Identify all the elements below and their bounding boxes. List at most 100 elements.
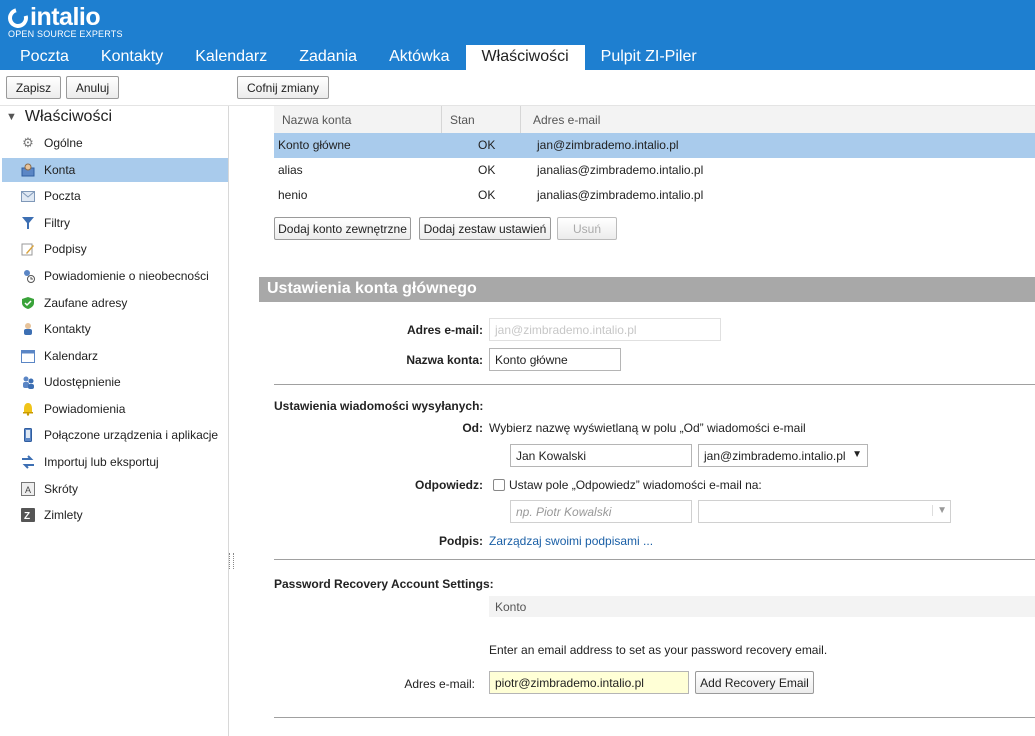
recovery-settings-heading: Password Recovery Account Settings: — [274, 577, 494, 591]
save-button[interactable]: Zapisz — [6, 76, 61, 99]
sidebar-item-label: Powiadomienia — [44, 402, 126, 416]
signature-label: Podpis: — [439, 534, 483, 548]
sidebar-item-label: Połączone urządzenia i aplikacje — [44, 428, 219, 442]
gear-icon: ⚙ — [22, 135, 34, 150]
table-row[interactable]: henio OK janalias@zimbrademo.intalio.pl — [274, 183, 1035, 208]
recovery-email-field[interactable]: piotr@zimbrademo.intalio.pl — [489, 671, 689, 694]
sidebar-root[interactable]: ▼ Właściwości — [6, 108, 112, 126]
sidebar-item-calendar[interactable]: Kalendarz — [2, 344, 228, 368]
accounts-icon — [20, 162, 36, 178]
sidebar-item-trusted-addresses[interactable]: Zaufane adresy — [2, 291, 228, 315]
account-name-field[interactable]: Konto główne — [489, 348, 621, 371]
revert-changes-button[interactable]: Cofnij zmiany — [237, 76, 329, 99]
divider — [274, 384, 1035, 385]
sidebar-item-label: Kalendarz — [44, 349, 99, 363]
sidebar-item-signatures[interactable]: Podpisy — [2, 237, 228, 261]
tab-tasks[interactable]: Zadania — [283, 45, 373, 70]
table-row[interactable]: Konto główne OK jan@zimbrademo.intalio.p… — [274, 133, 1035, 158]
account-status: OK — [478, 138, 496, 152]
add-persona-button[interactable]: Dodaj zestaw ustawień — [419, 217, 551, 240]
collapse-triangle-icon[interactable]: ▼ — [6, 111, 17, 123]
sidebar: ▼ Właściwości ⚙ Ogólne Konta Poczta Filt… — [0, 106, 229, 736]
signature-icon — [20, 241, 36, 257]
account-status: OK — [478, 163, 496, 177]
contact-icon — [20, 321, 36, 337]
sidebar-item-shortcuts[interactable]: A Skróty — [2, 477, 228, 501]
app-header: intalio OPEN SOURCE EXPERTS Poczta Konta… — [0, 0, 1035, 70]
add-recovery-email-button[interactable]: Add Recovery Email — [695, 671, 814, 694]
tab-briefcase[interactable]: Aktówka — [373, 45, 465, 70]
main-nav: Poczta Kontakty Kalendarz Zadania Aktówk… — [4, 45, 713, 70]
column-header-email[interactable]: Adres e-mail — [521, 106, 1035, 133]
account-email: janalias@zimbrademo.intalio.pl — [537, 188, 704, 202]
sidebar-item-filters[interactable]: Filtry — [2, 211, 228, 235]
sidebar-item-contacts[interactable]: Kontakty — [2, 317, 228, 341]
recovery-hint: Enter an email address to set as your pa… — [489, 643, 828, 657]
sidebar-item-import-export[interactable]: Importuj lub eksportuj — [2, 450, 228, 474]
sidebar-item-out-of-office[interactable]: Powiadomienie o nieobecności — [2, 264, 228, 288]
out-of-office-icon — [20, 268, 36, 284]
recovery-email-label: Adres e-mail: — [404, 677, 475, 691]
manage-signatures-link[interactable]: Zarządzaj swoimi podpisami ... — [489, 534, 653, 548]
sharing-icon — [20, 374, 36, 390]
from-email-value: jan@zimbrademo.intalio.pl — [704, 449, 846, 463]
reply-to-label: Odpowiedz: — [415, 478, 483, 492]
sidebar-item-zimlets[interactable]: Z Zimlety — [2, 503, 228, 527]
column-header-account-name[interactable]: Nazwa konta — [274, 106, 442, 133]
svg-text:A: A — [25, 485, 31, 495]
brand-name: intalio — [30, 3, 101, 31]
brand-tagline: OPEN SOURCE EXPERTS — [8, 29, 123, 39]
account-email: janalias@zimbrademo.intalio.pl — [537, 163, 704, 177]
from-email-select[interactable]: jan@zimbrademo.intalio.pl ▼ — [698, 444, 868, 467]
cancel-button[interactable]: Anuluj — [66, 76, 119, 99]
sidebar-item-accounts[interactable]: Konta — [2, 158, 228, 182]
svg-text:Z: Z — [24, 511, 30, 522]
sidebar-item-mail[interactable]: Poczta — [2, 184, 228, 208]
reply-to-checkbox[interactable] — [493, 479, 505, 491]
account-name: henio — [278, 188, 308, 202]
sending-settings-heading: Ustawienia wiadomości wysyłanych: — [274, 399, 484, 413]
from-name-field[interactable]: Jan Kowalski — [510, 444, 692, 467]
account-name: alias — [278, 163, 303, 177]
sidebar-item-label: Poczta — [44, 189, 81, 203]
section-title-primary-account: Ustawienia konta głównego — [259, 277, 1035, 302]
tab-mail[interactable]: Poczta — [4, 45, 85, 70]
reply-to-description: Ustaw pole „Odpowiedz” wiadomości e-mail… — [509, 478, 762, 492]
sidebar-item-sharing[interactable]: Udostępnienie — [2, 370, 228, 394]
logo-ring-icon — [4, 3, 32, 32]
sidebar-item-label: Podpisy — [44, 242, 87, 256]
sidebar-item-devices[interactable]: Połączone urządzenia i aplikacje — [2, 423, 228, 447]
column-header-status[interactable]: Stan — [442, 106, 521, 133]
tab-zi-piler[interactable]: Pulpit ZI-Piler — [585, 45, 713, 70]
account-email: jan@zimbrademo.intalio.pl — [537, 138, 679, 152]
shield-icon — [20, 295, 36, 311]
sidebar-item-general[interactable]: ⚙ Ogólne — [2, 131, 228, 155]
account-name: Konto główne — [278, 138, 351, 152]
zimlet-icon: Z — [20, 507, 36, 523]
table-row[interactable]: alias OK janalias@zimbrademo.intalio.pl — [274, 158, 1035, 183]
tab-contacts[interactable]: Kontakty — [85, 45, 179, 70]
dropdown-arrow-icon: ▼ — [932, 505, 947, 516]
envelope-icon — [20, 188, 36, 204]
sidebar-item-label: Kontakty — [44, 322, 91, 336]
import-export-icon — [20, 454, 36, 470]
email-label: Adres e-mail: — [406, 323, 483, 337]
sidebar-item-label: Importuj lub eksportuj — [44, 455, 159, 469]
divider — [274, 559, 1035, 560]
sidebar-root-label: Właściwości — [24, 108, 113, 125]
sidebar-item-label: Zaufane adresy — [44, 296, 128, 310]
primary-email-field[interactable]: jan@zimbrademo.intalio.pl — [489, 318, 721, 341]
sidebar-item-label: Filtry — [44, 216, 70, 230]
sidebar-item-label: Skróty — [44, 482, 79, 496]
tab-preferences[interactable]: Właściwości — [465, 45, 585, 70]
reply-to-name-field[interactable]: np. Piotr Kowalski — [510, 500, 692, 523]
sidebar-item-label: Powiadomienie o nieobecności — [44, 269, 209, 283]
reply-to-email-select[interactable]: ▼ — [698, 500, 951, 523]
from-description: Wybierz nazwę wyświetlaną w polu „Od” wi… — [489, 421, 806, 435]
sidebar-item-label: Ogólne — [44, 136, 83, 150]
sidebar-item-label: Udostępnienie — [44, 375, 121, 389]
tab-calendar[interactable]: Kalendarz — [179, 45, 283, 70]
add-external-account-button[interactable]: Dodaj konto zewnętrzne — [274, 217, 411, 240]
delete-account-button[interactable]: Usuń — [557, 217, 617, 240]
sidebar-item-notifications[interactable]: Powiadomienia — [2, 397, 228, 421]
